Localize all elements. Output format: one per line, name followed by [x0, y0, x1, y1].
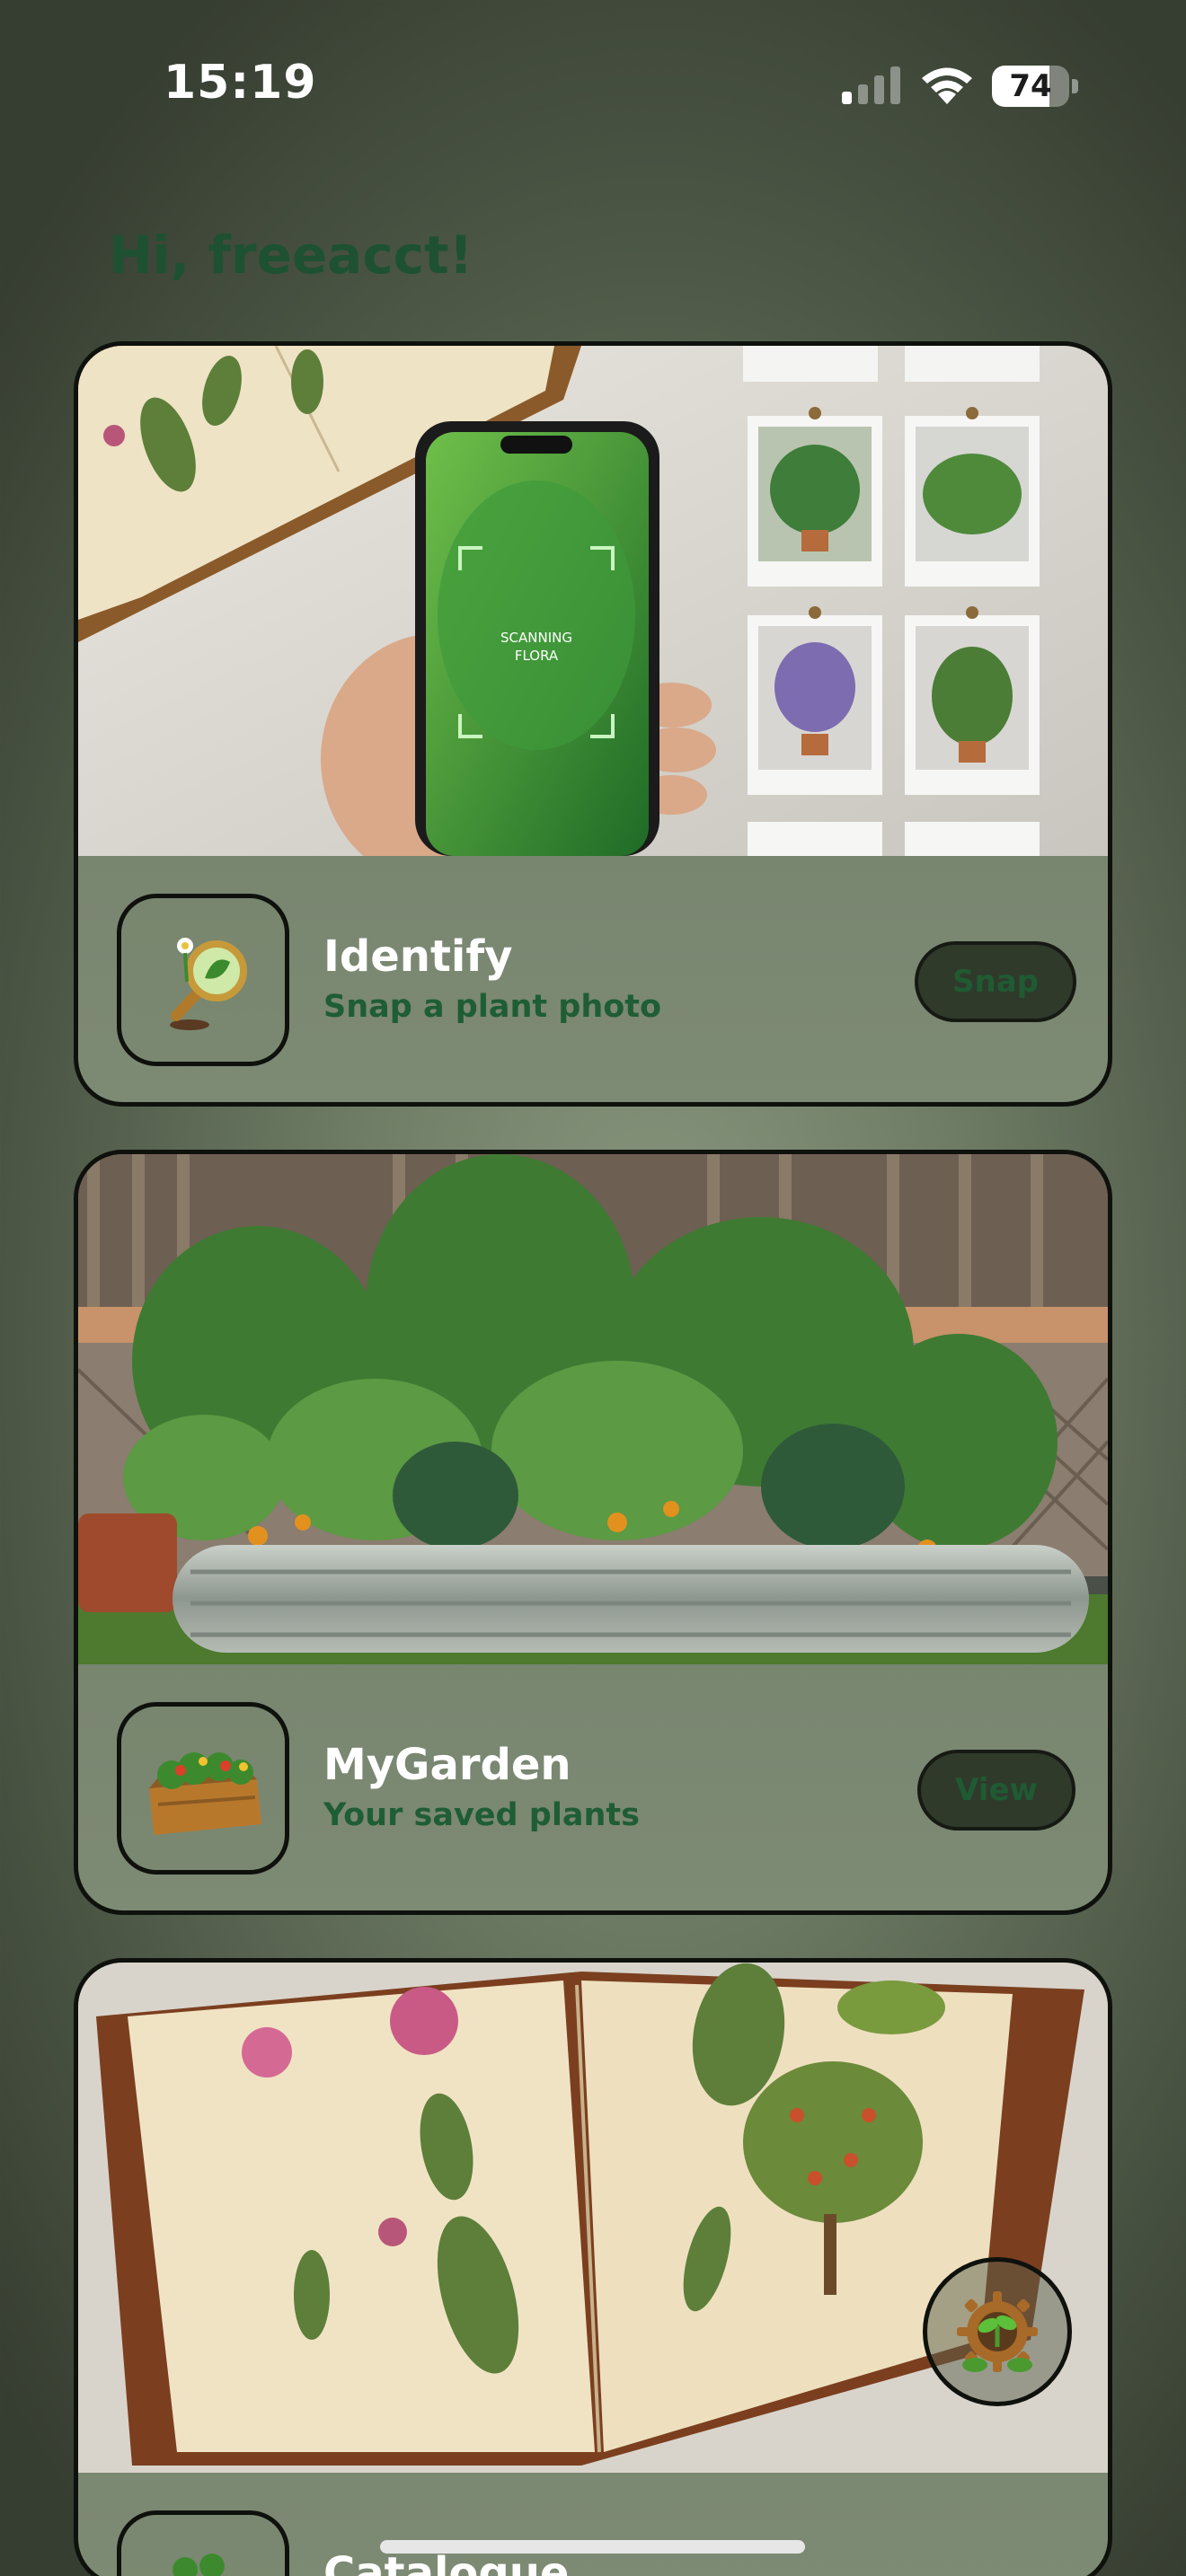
mygarden-icon-box	[117, 1702, 289, 1875]
settings-button[interactable]	[923, 2257, 1072, 2406]
cellular-signal-icon	[842, 66, 900, 104]
identify-subtitle: Snap a plant photo	[323, 989, 662, 1025]
status-bar: 15:19 74	[0, 0, 1186, 180]
book-plant-icon	[173, 2554, 225, 2576]
catalogue-card[interactable]: Catalogue	[74, 1958, 1112, 2576]
view-button[interactable]: View	[917, 1750, 1075, 1831]
identify-card-image: SCANNING FLORA	[78, 346, 1108, 856]
garden-planter-icon	[149, 1752, 261, 1835]
magnifying-glass-plant-icon	[170, 938, 247, 1030]
gear-plant-icon	[957, 2291, 1038, 2372]
mygarden-card[interactable]: MyGarden Your saved plants View	[74, 1150, 1112, 1915]
catalogue-card-image	[78, 1963, 1108, 2473]
mygarden-title: MyGarden	[323, 1740, 571, 1790]
mygarden-subtitle: Your saved plants	[323, 1797, 640, 1833]
battery-icon: 74	[992, 66, 1078, 107]
catalogue-icon-box	[117, 2510, 289, 2576]
identify-title: Identify	[323, 931, 513, 982]
svg-text:SCANNING: SCANNING	[500, 630, 572, 646]
svg-text:FLORA: FLORA	[515, 648, 559, 664]
mygarden-card-image	[78, 1154, 1108, 1664]
identify-card[interactable]: SCANNING FLORA Identify Snap a plant pho…	[74, 341, 1112, 1107]
snap-button[interactable]: Snap	[915, 941, 1076, 1022]
status-time: 15:19	[164, 56, 317, 110]
battery-percentage: 74	[1009, 68, 1052, 104]
home-indicator[interactable]	[380, 2540, 805, 2554]
identify-icon-box	[117, 894, 289, 1066]
wifi-icon	[922, 67, 972, 104]
greeting: Hi, freeacct!	[109, 225, 474, 286]
